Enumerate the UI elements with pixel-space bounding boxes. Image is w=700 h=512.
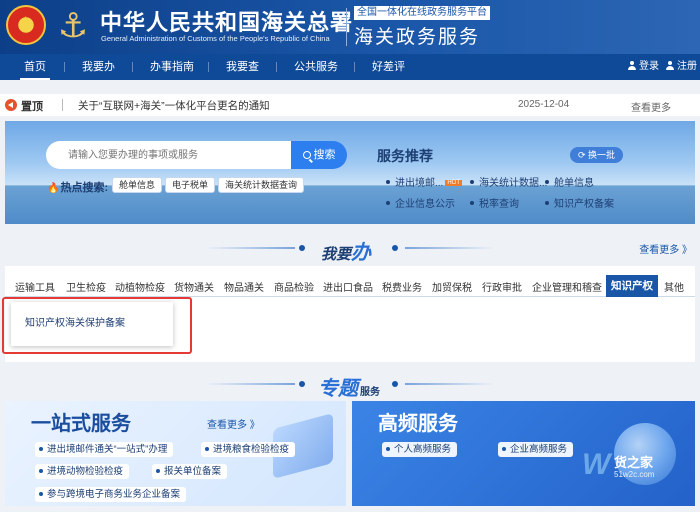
top-notice: 置顶 关于“互联网+海关”一体化平台更名的通知 2025-12-04 查看更多 (0, 94, 700, 116)
search-icon (302, 151, 311, 159)
category-tab[interactable]: 企业管理和稽查 (532, 279, 602, 294)
nav-public-service[interactable]: 公共服务 (294, 54, 338, 80)
category-tab[interactable]: 商品检验 (274, 279, 314, 294)
nav-evaluation[interactable]: 好差评 (372, 54, 405, 80)
onestop-item[interactable]: 进境粮食检验检疫 (201, 442, 296, 457)
notice-link[interactable]: 关于“互联网+海关”一体化平台更名的通知 (78, 98, 270, 113)
onestop-item[interactable]: 进出境邮件通关“一站式”办理 (35, 442, 174, 457)
category-tab[interactable]: 加贸保税 (432, 279, 472, 294)
site-title-en: General Administration of Customs of the… (101, 34, 330, 43)
section-do-heading: 我要办 查看更多 》 (0, 236, 700, 264)
recommend-item[interactable]: 进出境邮... HOT (386, 174, 463, 189)
hot-tag[interactable]: 电子税单 (165, 177, 216, 193)
highfreq-title: 高频服务 (378, 413, 458, 435)
onestop-more-link[interactable]: 查看更多 》 (207, 416, 260, 431)
section-topic-heading: 专题 服务 (0, 372, 700, 400)
nav-separator (276, 62, 277, 72)
category-tabs: 运输工具 卫生检疫 动植物检疫 货物通关 物品通关 商品检验 进出口食品 税费业… (5, 275, 695, 297)
highlight-frame (2, 297, 192, 354)
section-topic-title: 专题 服务 (318, 378, 380, 400)
user-icon (666, 61, 674, 70)
site-header: ⚓ 中华人民共和国海关总署 General Administration of … (0, 0, 700, 54)
hot-tag[interactable]: 舱单信息 (112, 177, 163, 193)
heading-dot (299, 381, 305, 387)
category-tab[interactable]: 卫生检疫 (66, 279, 106, 294)
user-icon (628, 61, 636, 70)
notice-more-link[interactable]: 查看更多 (631, 99, 671, 114)
main-nav: 首页 我要办 办事指南 我要查 公共服务 好差评 登录 注册 (0, 54, 700, 80)
site-title[interactable]: 中华人民共和国海关总署 (100, 5, 353, 37)
section-do-title: 我要办 (321, 242, 372, 264)
hot-tag[interactable]: 海关统计数据查询 (218, 177, 305, 193)
recommend-item[interactable]: 舱单信息 (545, 174, 594, 189)
category-tab[interactable]: 动植物检疫 (115, 279, 165, 294)
category-tab[interactable]: 税费业务 (382, 279, 422, 294)
recommend-item[interactable]: 知识产权备案 (545, 195, 614, 210)
onestop-item[interactable]: 进境动物检验检疫 (35, 464, 130, 479)
recommend-item[interactable]: 税率查询 (470, 195, 519, 210)
customs-logo-icon: ⚓ (57, 6, 89, 46)
nav-separator (208, 62, 209, 72)
onestop-item[interactable]: 参与跨境电子商务业务企业备案 (35, 487, 187, 502)
onestop-title: 一站式服务 (31, 413, 131, 435)
nav-query[interactable]: 我要查 (226, 54, 259, 80)
platform-tag: 全国一体化在线政务服务平台 (354, 6, 490, 20)
search-box (46, 141, 291, 169)
category-tab[interactable]: 运输工具 (15, 279, 55, 294)
category-tab-active[interactable]: 知识产权 (606, 275, 658, 297)
nav-home[interactable]: 首页 (20, 54, 50, 80)
search-button[interactable]: 搜索 (291, 141, 347, 169)
notice-divider (62, 99, 63, 111)
login-link[interactable]: 登录 (628, 54, 659, 80)
nav-separator (354, 62, 355, 72)
nav-do[interactable]: 我要办 (82, 54, 115, 80)
nav-guide[interactable]: 办事指南 (150, 54, 194, 80)
highfreq-item[interactable]: 企业高频服务 (498, 442, 574, 457)
search-banner: 搜索 🔥热点搜索: 舱单信息 电子税单 海关统计数据查询 服务推荐 ⟳ 换一批 … (5, 121, 695, 224)
section-do-more-link[interactable]: 查看更多 》 (639, 241, 692, 256)
heading-dot (299, 245, 305, 251)
heading-dot (392, 381, 398, 387)
recommend-title: 服务推荐 (377, 148, 433, 164)
hot-badge: HOT (445, 180, 463, 186)
nav-separator (132, 62, 133, 72)
swap-button[interactable]: ⟳ 换一批 (570, 147, 624, 163)
nav-separator (64, 62, 65, 72)
recommend-item[interactable]: 企业信息公示 (386, 195, 455, 210)
speaker-icon (5, 99, 17, 111)
heading-line (205, 247, 295, 249)
category-tab[interactable]: 货物通关 (174, 279, 214, 294)
onestop-service-card: 一站式服务 查看更多 》 进出境邮件通关“一站式”办理 进境粮食检验检疫 进境动… (5, 401, 346, 506)
heading-dot (392, 245, 398, 251)
fire-icon: 🔥 (47, 183, 60, 194)
category-tab[interactable]: 物品通关 (224, 279, 264, 294)
search-input[interactable] (46, 141, 291, 169)
recommend-item[interactable]: 海关统计数据... (470, 174, 547, 189)
header-divider (346, 8, 347, 46)
category-tab[interactable]: 进出口食品 (323, 279, 373, 294)
category-tab[interactable]: 其他 (664, 279, 684, 294)
onestop-item[interactable]: 报关单位备案 (152, 464, 228, 479)
heading-line (205, 383, 295, 385)
notice-date: 2025-12-04 (518, 99, 570, 110)
register-link[interactable]: 注册 (666, 54, 697, 80)
highfreq-item[interactable]: 个人高频服务 (382, 442, 458, 457)
heading-line (405, 247, 495, 249)
hot-search-label: 🔥热点搜索: (47, 182, 109, 194)
heading-line (405, 383, 495, 385)
national-emblem-icon (6, 5, 46, 45)
category-tab[interactable]: 行政审批 (482, 279, 522, 294)
notice-label: 置顶 (21, 101, 43, 113)
watermark-logo: W 货之家 51w2c.com (582, 448, 655, 481)
platform-title[interactable]: 海关政务服务 (354, 22, 480, 49)
